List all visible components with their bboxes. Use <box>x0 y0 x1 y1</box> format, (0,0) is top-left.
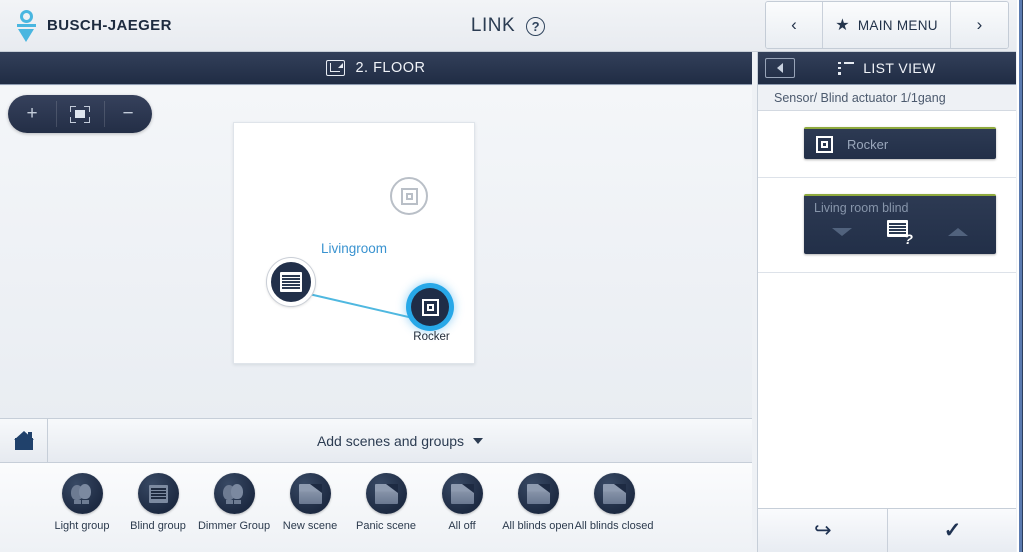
nav-prev-button[interactable]: ‹ <box>766 2 823 48</box>
clapperboard-icon <box>450 483 474 504</box>
clapperboard-icon <box>602 483 626 504</box>
main-menu-button[interactable]: ★ MAIN MENU <box>823 2 951 48</box>
scene-item-light-group[interactable]: Light group <box>44 473 120 532</box>
scene-item-new-scene[interactable]: New scene <box>272 473 348 532</box>
blind-unknown-icon[interactable]: ? <box>886 220 913 247</box>
list-view-header: LIST VIEW <box>758 52 1016 85</box>
scene-item-blind-group[interactable]: Blind group <box>120 473 196 532</box>
window-edge-scrollbar[interactable] <box>1016 0 1023 552</box>
brand: BUSCH-JAEGER <box>0 9 172 43</box>
rocker-card-label: Rocker <box>847 136 889 152</box>
app-window: BUSCH-JAEGER LINK ? ‹ ★ MAIN MENU › 2. F… <box>0 0 1023 552</box>
busch-jaeger-logo-icon <box>16 9 38 43</box>
blind-actuator-node[interactable] <box>267 258 315 306</box>
blind-card-section: Living room blind ? <box>758 178 1016 273</box>
zoom-in-button[interactable]: + <box>8 95 56 133</box>
scene-icon-circle <box>593 473 635 514</box>
chevron-left-icon: ‹ <box>791 15 797 34</box>
floorplan-canvas[interactable]: + − Livingroom Rocker <box>0 86 752 418</box>
scene-icon-circle <box>517 473 559 514</box>
clapperboard-icon <box>374 483 398 504</box>
blind-card-controls: ? <box>814 220 986 247</box>
floor-title-bar[interactable]: 2. FLOOR <box>0 52 752 85</box>
list-view-icon <box>838 61 855 75</box>
clapperboard-icon <box>526 483 550 504</box>
blind-icon <box>148 484 168 503</box>
scene-label: All blinds open <box>502 520 574 532</box>
header-nav-group: ‹ ★ MAIN MENU › <box>765 1 1009 49</box>
zoom-controls: + − <box>8 95 152 133</box>
home-button[interactable] <box>0 419 48 462</box>
room-livingroom[interactable]: Livingroom Rocker <box>233 122 475 364</box>
question-mark-circle-icon[interactable]: ? <box>526 16 546 36</box>
blind-card-label: Living room blind <box>814 201 909 215</box>
home-icon <box>13 431 34 450</box>
list-view-title-group: LIST VIEW <box>758 60 1016 76</box>
fit-to-screen-icon <box>70 105 90 123</box>
scene-palette-strip: Light group Blind group Dimmer Group New… <box>0 463 752 552</box>
clapperboard-icon <box>298 483 322 504</box>
scene-item-dimmer-group[interactable]: Dimmer Group <box>196 473 272 532</box>
scene-label: Blind group <box>130 520 186 532</box>
page-title: LINK <box>470 15 516 36</box>
top-header: BUSCH-JAEGER LINK ? ‹ ★ MAIN MENU › <box>0 0 1016 52</box>
confirm-button[interactable]: ✓ <box>887 509 1017 552</box>
add-scenes-dropdown[interactable]: Add scenes and groups <box>48 433 752 449</box>
rocker-node[interactable] <box>411 288 449 326</box>
scene-label: All off <box>448 520 476 532</box>
scene-icon-circle <box>289 473 331 514</box>
scene-label: Dimmer Group <box>197 520 271 532</box>
scene-item-all-blinds-closed[interactable]: All blinds closed <box>574 473 654 532</box>
checkmark-icon: ✓ <box>943 519 962 542</box>
blind-icon <box>280 272 302 292</box>
scene-icon-circle <box>213 473 255 514</box>
plus-icon: + <box>26 103 38 124</box>
chevron-up-icon[interactable] <box>948 228 969 236</box>
scene-label: New scene <box>282 520 338 532</box>
living-room-blind-card[interactable]: Living room blind ? <box>804 194 996 254</box>
chevron-down-icon[interactable] <box>831 228 852 236</box>
undo-arrow-icon: ↩ <box>813 519 832 542</box>
floorplan-icon <box>326 60 346 76</box>
minus-icon: − <box>122 103 134 124</box>
scene-icon-circle <box>137 473 179 514</box>
scene-label: All blinds closed <box>574 520 654 532</box>
undo-button[interactable]: ↩ <box>758 509 887 552</box>
fit-to-screen-button[interactable] <box>56 95 104 133</box>
scene-icon-circle <box>61 473 103 514</box>
zoom-out-button[interactable]: − <box>104 95 152 133</box>
list-view-footer: ↩ ✓ <box>758 508 1017 552</box>
scene-item-all-blinds-open[interactable]: All blinds open <box>500 473 576 532</box>
light-bulbs-icon <box>70 482 94 506</box>
add-scenes-bar: Add scenes and groups <box>0 418 752 463</box>
star-icon: ★ <box>835 17 850 34</box>
add-scenes-label: Add scenes and groups <box>316 432 465 449</box>
scene-label: Light group <box>54 520 110 532</box>
rocker-icon <box>816 135 833 153</box>
main-menu-label: MAIN MENU <box>857 17 938 33</box>
question-glyph: ? <box>904 231 913 247</box>
rocker-icon <box>421 298 439 316</box>
list-view-title: LIST VIEW <box>863 60 936 76</box>
scene-label: Panic scene <box>356 520 416 532</box>
scene-item-panic-scene[interactable]: Panic scene <box>348 473 424 532</box>
room-label: Livingroom <box>320 241 388 256</box>
nav-next-button[interactable]: › <box>951 2 1008 48</box>
light-bulbs-icon <box>222 482 246 506</box>
rocker-card[interactable]: Rocker <box>804 127 996 159</box>
rocker-card-section: Rocker <box>758 111 1016 178</box>
chevron-right-icon: › <box>976 15 983 34</box>
scene-icon-circle <box>365 473 407 514</box>
device-type-subtitle: Sensor/ Blind actuator 1/1gang <box>758 85 1016 111</box>
floor-title: 2. FLOOR <box>355 60 426 76</box>
rocker-outline-icon <box>400 187 418 205</box>
chevron-down-icon <box>473 437 484 444</box>
brand-name: BUSCH-JAEGER <box>47 17 172 34</box>
list-view-panel: LIST VIEW Sensor/ Blind actuator 1/1gang… <box>757 52 1017 552</box>
scene-item-all-off[interactable]: All off <box>424 473 500 532</box>
rocker-node-caption: Rocker <box>413 331 450 343</box>
scene-icon-circle <box>441 473 483 514</box>
unplaced-device-node[interactable] <box>390 177 428 215</box>
